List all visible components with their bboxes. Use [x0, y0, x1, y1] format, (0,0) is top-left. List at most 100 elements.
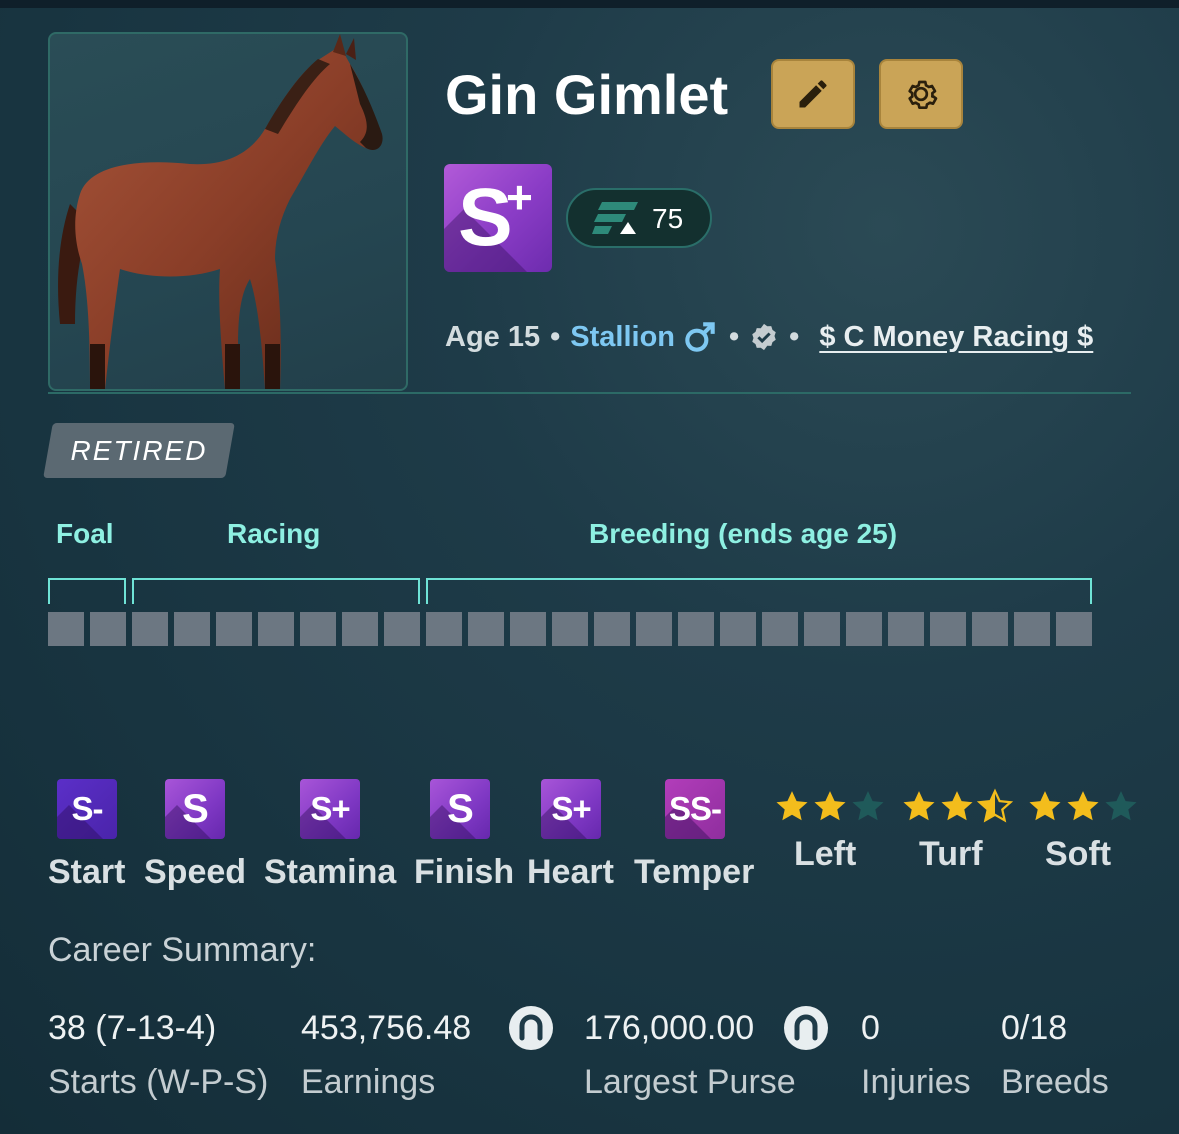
lifecycle-year-cell: [636, 612, 672, 646]
stat-label-breeds: Breeds: [1001, 1063, 1109, 1101]
star-icon: [1105, 791, 1137, 821]
phase-bracket-foal: [48, 578, 126, 604]
trait-grade-text: SS-: [668, 790, 722, 827]
trait-label-stamina: Stamina: [264, 853, 397, 891]
stat-value-injuries: 0: [861, 1009, 880, 1047]
trait-label-start: Start: [48, 853, 126, 891]
phase-bracket-breeding: [426, 578, 1092, 604]
trait-grade-text: S: [447, 787, 474, 831]
lifecycle-year-cell: [930, 612, 966, 646]
horse-portrait: [48, 32, 408, 391]
trait-grade-start: S-: [57, 779, 117, 839]
separator-dot: •: [550, 320, 561, 353]
lifecycle-year-cell: [300, 612, 336, 646]
age-text: Age 15: [445, 320, 541, 353]
pref-label-soft: Soft: [1045, 835, 1112, 873]
lifecycle-year-cell: [468, 612, 504, 646]
star-icon: [976, 788, 1014, 823]
male-symbol-icon: [685, 322, 715, 352]
sex-text: Stallion: [570, 320, 675, 353]
lifecycle-year-cell: [846, 612, 882, 646]
star-icon: [776, 791, 808, 821]
stat-label-earnings: Earnings: [301, 1063, 436, 1101]
star-icon: [1067, 791, 1099, 821]
lifecycle-year-cell: [384, 612, 420, 646]
trait-grade-temper: SS-: [665, 779, 725, 839]
stars-soft: [1026, 788, 1140, 826]
horseshoe-coin-icon: [509, 1006, 553, 1050]
settings-button[interactable]: [879, 59, 963, 129]
lifecycle-year-cell: [1056, 612, 1092, 646]
star-icon: [1029, 791, 1061, 821]
rating-logo-icon: [592, 202, 638, 234]
rating-value: 75: [652, 203, 684, 234]
horse-meta-line: Age 15 • Stallion • • $ C Money Racing $: [445, 316, 1093, 358]
horseshoe-coin-icon: [784, 1006, 828, 1050]
trait-grade-stamina: S+: [300, 779, 360, 839]
lifecycle-year-cell: [720, 612, 756, 646]
trait-label-temper: Temper: [634, 853, 755, 891]
phase-label-racing: Racing: [227, 518, 321, 549]
overall-grade-badge: S +: [444, 164, 552, 272]
gear-icon: [908, 80, 938, 109]
trait-grade-finish: S: [430, 779, 490, 839]
rating-pill: 75: [566, 188, 712, 248]
lifecycle-year-cell: [972, 612, 1008, 646]
lifecycle-year-cell: [762, 612, 798, 646]
lifecycle-year-cell: [342, 612, 378, 646]
separator-dot: •: [729, 320, 740, 353]
separator-dot: •: [789, 320, 800, 353]
verified-badge-icon: [752, 323, 776, 351]
career-summary-title: Career Summary:: [48, 931, 317, 969]
star-icon: [941, 791, 973, 821]
lifecycle-year-cell: [1014, 612, 1050, 646]
pref-label-turf: Turf: [919, 835, 983, 873]
lifecycle-year-cell: [510, 612, 546, 646]
phase-bracket-racing: [132, 578, 420, 604]
trait-grade-text: S+: [551, 790, 591, 827]
edit-name-button[interactable]: [771, 59, 855, 129]
lifecycle-year-cell: [426, 612, 462, 646]
lifecycle-year-cell: [174, 612, 210, 646]
lifecycle-year-cell: [90, 612, 126, 646]
header-divider: [48, 392, 1131, 394]
horse-name: Gin Gimlet: [445, 63, 729, 126]
owner-link[interactable]: $ C Money Racing $: [819, 321, 1093, 354]
trait-grade-speed: S: [165, 779, 225, 839]
lifecycle-year-cell: [258, 612, 294, 646]
lifecycle-year-cell: [216, 612, 252, 646]
stat-value-starts: 38 (7-13-4): [48, 1009, 217, 1047]
trait-label-speed: Speed: [144, 853, 247, 891]
stat-label-starts: Starts (W-P-S): [48, 1063, 269, 1101]
status-badge: RETIRED: [70, 435, 208, 466]
stat-label-injuries: Injuries: [861, 1063, 971, 1101]
lifecycle-year-cell: [132, 612, 168, 646]
lifecycle-year-cell: [48, 612, 84, 646]
trait-grade-text: S+: [310, 790, 350, 827]
stat-value-breeds: 0/18: [1001, 1009, 1068, 1047]
lifecycle-year-cell: [888, 612, 924, 646]
trait-label-heart: Heart: [527, 853, 614, 891]
trait-grade-text: S-: [71, 790, 104, 827]
star-icon: [903, 791, 935, 821]
horse-image: [58, 34, 383, 389]
pencil-icon: [799, 80, 827, 108]
stat-value-earnings: 453,756.48: [301, 1009, 472, 1047]
lifecycle-year-cell: [678, 612, 714, 646]
trait-label-finish: Finish: [414, 853, 515, 891]
grade-modifier: +: [506, 171, 533, 223]
trait-grade-text: S: [182, 787, 209, 831]
lifecycle-year-cell: [594, 612, 630, 646]
phase-label-foal: Foal: [56, 518, 114, 549]
pref-label-left: Left: [794, 835, 857, 873]
top-bar: [0, 0, 1179, 8]
stars-turf: [900, 788, 1014, 826]
stars-left: [773, 788, 887, 826]
star-icon: [852, 791, 884, 821]
lifecycle-year-cell: [804, 612, 840, 646]
star-icon: [814, 791, 846, 821]
stat-label-largest-purse: Largest Purse: [584, 1063, 796, 1101]
trait-grade-heart: S+: [541, 779, 601, 839]
grade-letter: S: [458, 172, 513, 263]
lifecycle-year-cell: [552, 612, 588, 646]
